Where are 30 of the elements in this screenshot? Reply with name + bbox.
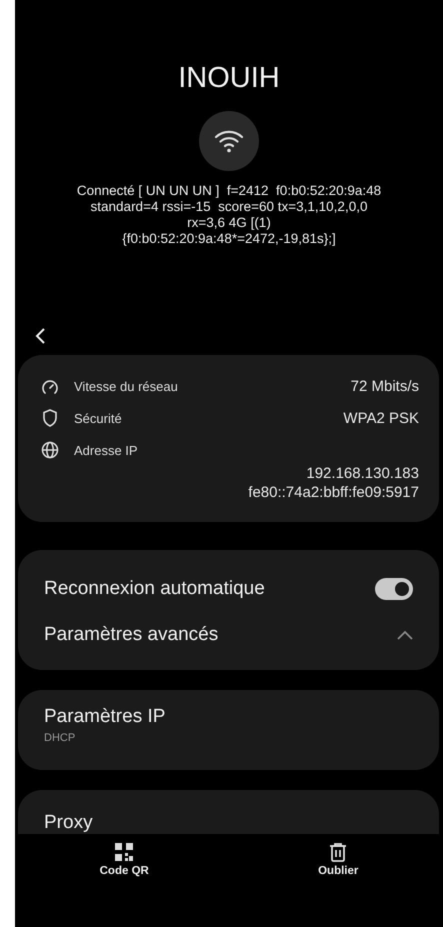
setting-value: DHCP [44,732,76,744]
detail-label: Adresse IP [74,442,139,458]
status-text: standard=4 rssi=-15 score=60 tx=3,1,10,2,0,0 [90,199,368,215]
detail-label: Sécurité [74,410,123,426]
detail-value: fe80::74a2:bbff:fe09:5917 [248,484,419,501]
shield-icon [42,409,58,427]
detail-value: WPA2 PSK [343,410,419,426]
setting-label: Reconnexion automatique [44,578,265,600]
status-text: Connecté [ UN UN UN ] f=2412 f0:b0:52:20:9a:48 [76,183,382,199]
chevron-icon[interactable] [397,630,413,640]
qr-code-icon [114,842,134,862]
status-text: {f0:b0:52:20:9a:48*=2472,-19,81s};] [122,231,336,247]
setting-label[interactable]: Paramètres avancés [44,624,218,646]
globe-icon [41,441,59,459]
forget-button[interactable]: Oublier [308,842,368,886]
detail-value: 72 Mbits/s [350,378,419,395]
setting-label: Proxy [44,812,94,834]
detail-value: 192.168.130.183 [306,465,419,482]
proxy-card[interactable]: Proxy [18,790,439,834]
network-name: INOUIH [177,62,281,95]
ip-settings-card[interactable]: Paramètres IP DHCP [18,690,439,770]
status-text: rx=3,6 4G [(1) [187,215,271,231]
wifi-icon [214,129,244,153]
qr-code-button[interactable]: Code QR [90,842,159,886]
detail-label: Vitesse du réseau [74,379,179,394]
gauge-icon [41,378,59,394]
trash-icon [329,842,348,862]
setting-label: Paramètres IP [44,706,166,728]
back-icon[interactable] [33,327,47,345]
toggle-switch[interactable] [375,578,413,600]
